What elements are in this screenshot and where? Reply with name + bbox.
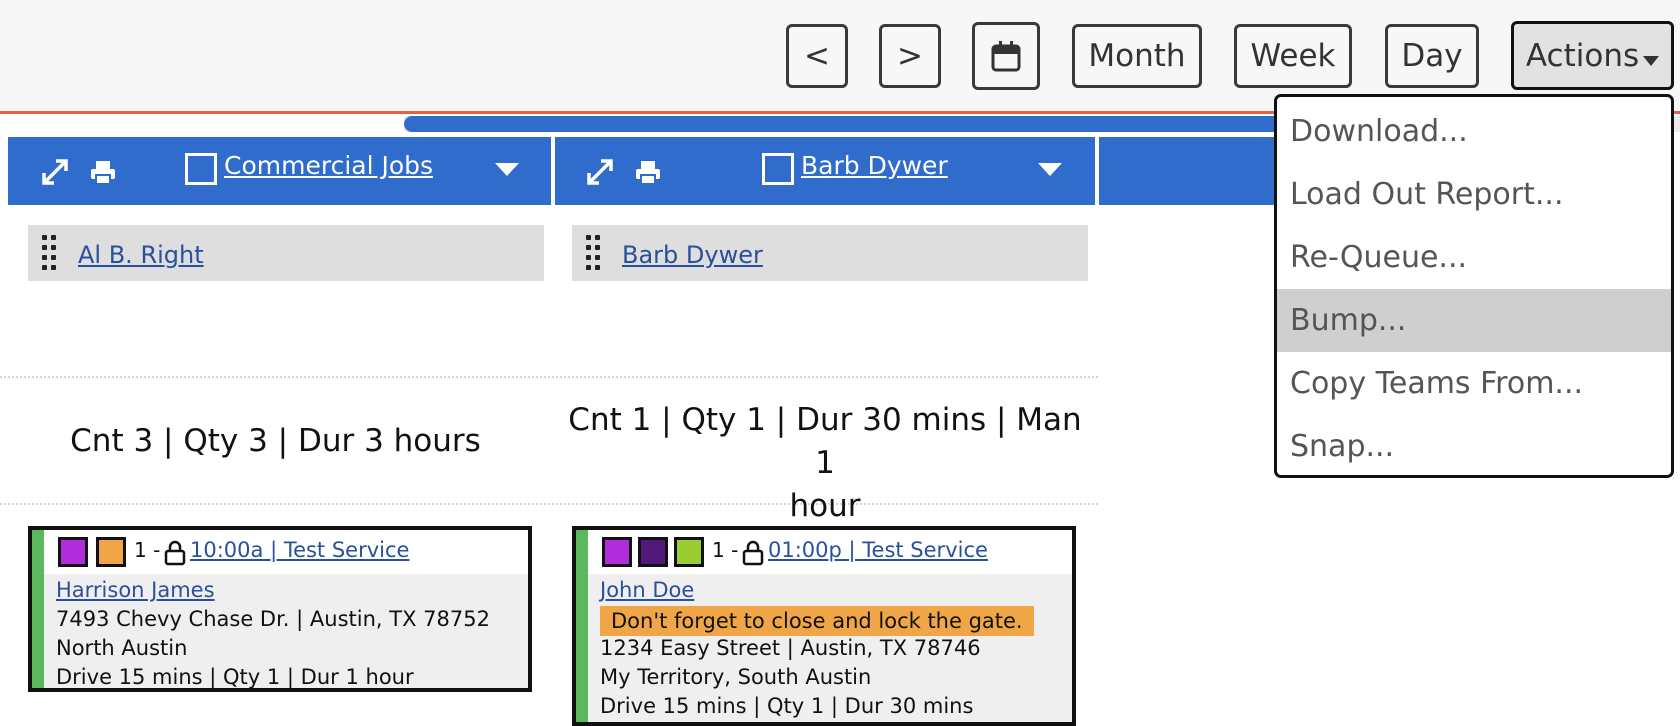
job-tag-swatch [96,537,126,567]
team-row[interactable]: Barb Dywer [572,225,1088,281]
menu-item-bump[interactable]: Bump... [1277,289,1671,352]
column-separator [0,137,8,205]
job-tag-swatch [674,537,704,567]
chevron-down-icon [1643,55,1660,66]
team-row[interactable]: Al B. Right [28,225,544,281]
job-address: 7493 Chevy Chase Dr. | Austin, TX 78752 [56,607,490,631]
menu-item-load-out-report[interactable]: Load Out Report... [1277,163,1671,226]
menu-item-re-queue[interactable]: Re-Queue... [1277,226,1671,289]
job-tag-swatch [58,537,88,567]
actions-dropdown-menu: Download... Load Out Report... Re-Queue.… [1274,94,1674,478]
job-card[interactable]: 1 - 01:00p | Test Service John Doe Don't… [572,526,1076,726]
print-icon[interactable] [633,157,663,187]
job-details: Drive 15 mins | Qty 1 | Dur 1 hour [56,665,414,689]
menu-item-copy-teams-from[interactable]: Copy Teams From... [1277,352,1671,415]
column-title-link[interactable]: Barb Dywer [801,151,948,180]
job-index: 1 - [134,538,161,562]
job-tag-swatch [638,537,668,567]
job-territory: North Austin [56,636,188,660]
menu-item-download[interactable]: Download... [1277,100,1671,163]
week-button[interactable]: Week [1234,24,1352,88]
column-header-next [1099,137,1299,205]
job-card[interactable]: 1 - 10:00a | Test Service Harrison James… [28,526,532,692]
actions-label: Actions [1525,37,1640,74]
lock-icon[interactable] [164,540,186,566]
column-header-barb-dywer: Barb Dywer [555,137,1095,205]
prev-button[interactable]: < [786,24,848,88]
month-button[interactable]: Month [1072,24,1202,88]
column-dropdown-icon[interactable] [495,163,519,176]
column-summary-line: Cnt 1 | Qty 1 | Dur 30 mins | Man 1 [568,402,1082,481]
column-select-checkbox[interactable] [185,153,217,185]
expand-icon[interactable] [585,157,615,187]
day-button[interactable]: Day [1385,24,1479,88]
job-territory: My Territory, South Austin [600,665,872,689]
job-status-stripe [32,530,44,688]
column-summary: Cnt 1 | Qty 1 | Dur 30 mins | Man 1 hour [555,399,1095,528]
print-icon[interactable] [88,157,118,187]
drag-handle-icon[interactable] [586,235,602,271]
job-tag-swatch [602,537,632,567]
column-dropdown-icon[interactable] [1038,163,1062,176]
column-summary-line: hour [789,488,861,524]
customer-name-link[interactable]: John Doe [600,578,694,602]
column-summary: Cnt 3 | Qty 3 | Dur 3 hours [70,423,481,459]
horizontal-scrollbar-thumb[interactable] [404,116,1404,132]
calendar-button[interactable] [972,22,1040,90]
next-button[interactable]: > [879,24,941,88]
job-address: 1234 Easy Street | Austin, TX 78746 [600,636,981,660]
job-time-link[interactable]: 01:00p | Test Service [768,538,988,562]
drag-handle-icon[interactable] [42,235,58,271]
job-card-header: 1 - 10:00a | Test Service [44,530,528,574]
team-name-link[interactable]: Barb Dywer [622,241,763,269]
column-title-link[interactable]: Commercial Jobs [224,151,433,180]
customer-name-link[interactable]: Harrison James [56,578,215,602]
job-card-header: 1 - 01:00p | Test Service [588,530,1072,574]
expand-icon[interactable] [40,157,70,187]
job-status-stripe [576,530,588,722]
column-select-checkbox[interactable] [762,153,794,185]
actions-button[interactable]: Actions [1511,21,1674,90]
row-divider [0,376,1098,378]
column-header-commercial-jobs: Commercial Jobs [0,137,551,205]
job-note-badge: Don't forget to close and lock the gate. [600,606,1034,636]
team-name-link[interactable]: Al B. Right [78,241,204,269]
lock-icon[interactable] [742,540,764,566]
calendar-icon [991,41,1021,72]
job-details: Drive 15 mins | Qty 1 | Dur 30 mins [600,694,974,718]
menu-item-snap[interactable]: Snap... [1277,415,1671,475]
job-time-link[interactable]: 10:00a | Test Service [190,538,409,562]
job-index: 1 - [712,538,739,562]
